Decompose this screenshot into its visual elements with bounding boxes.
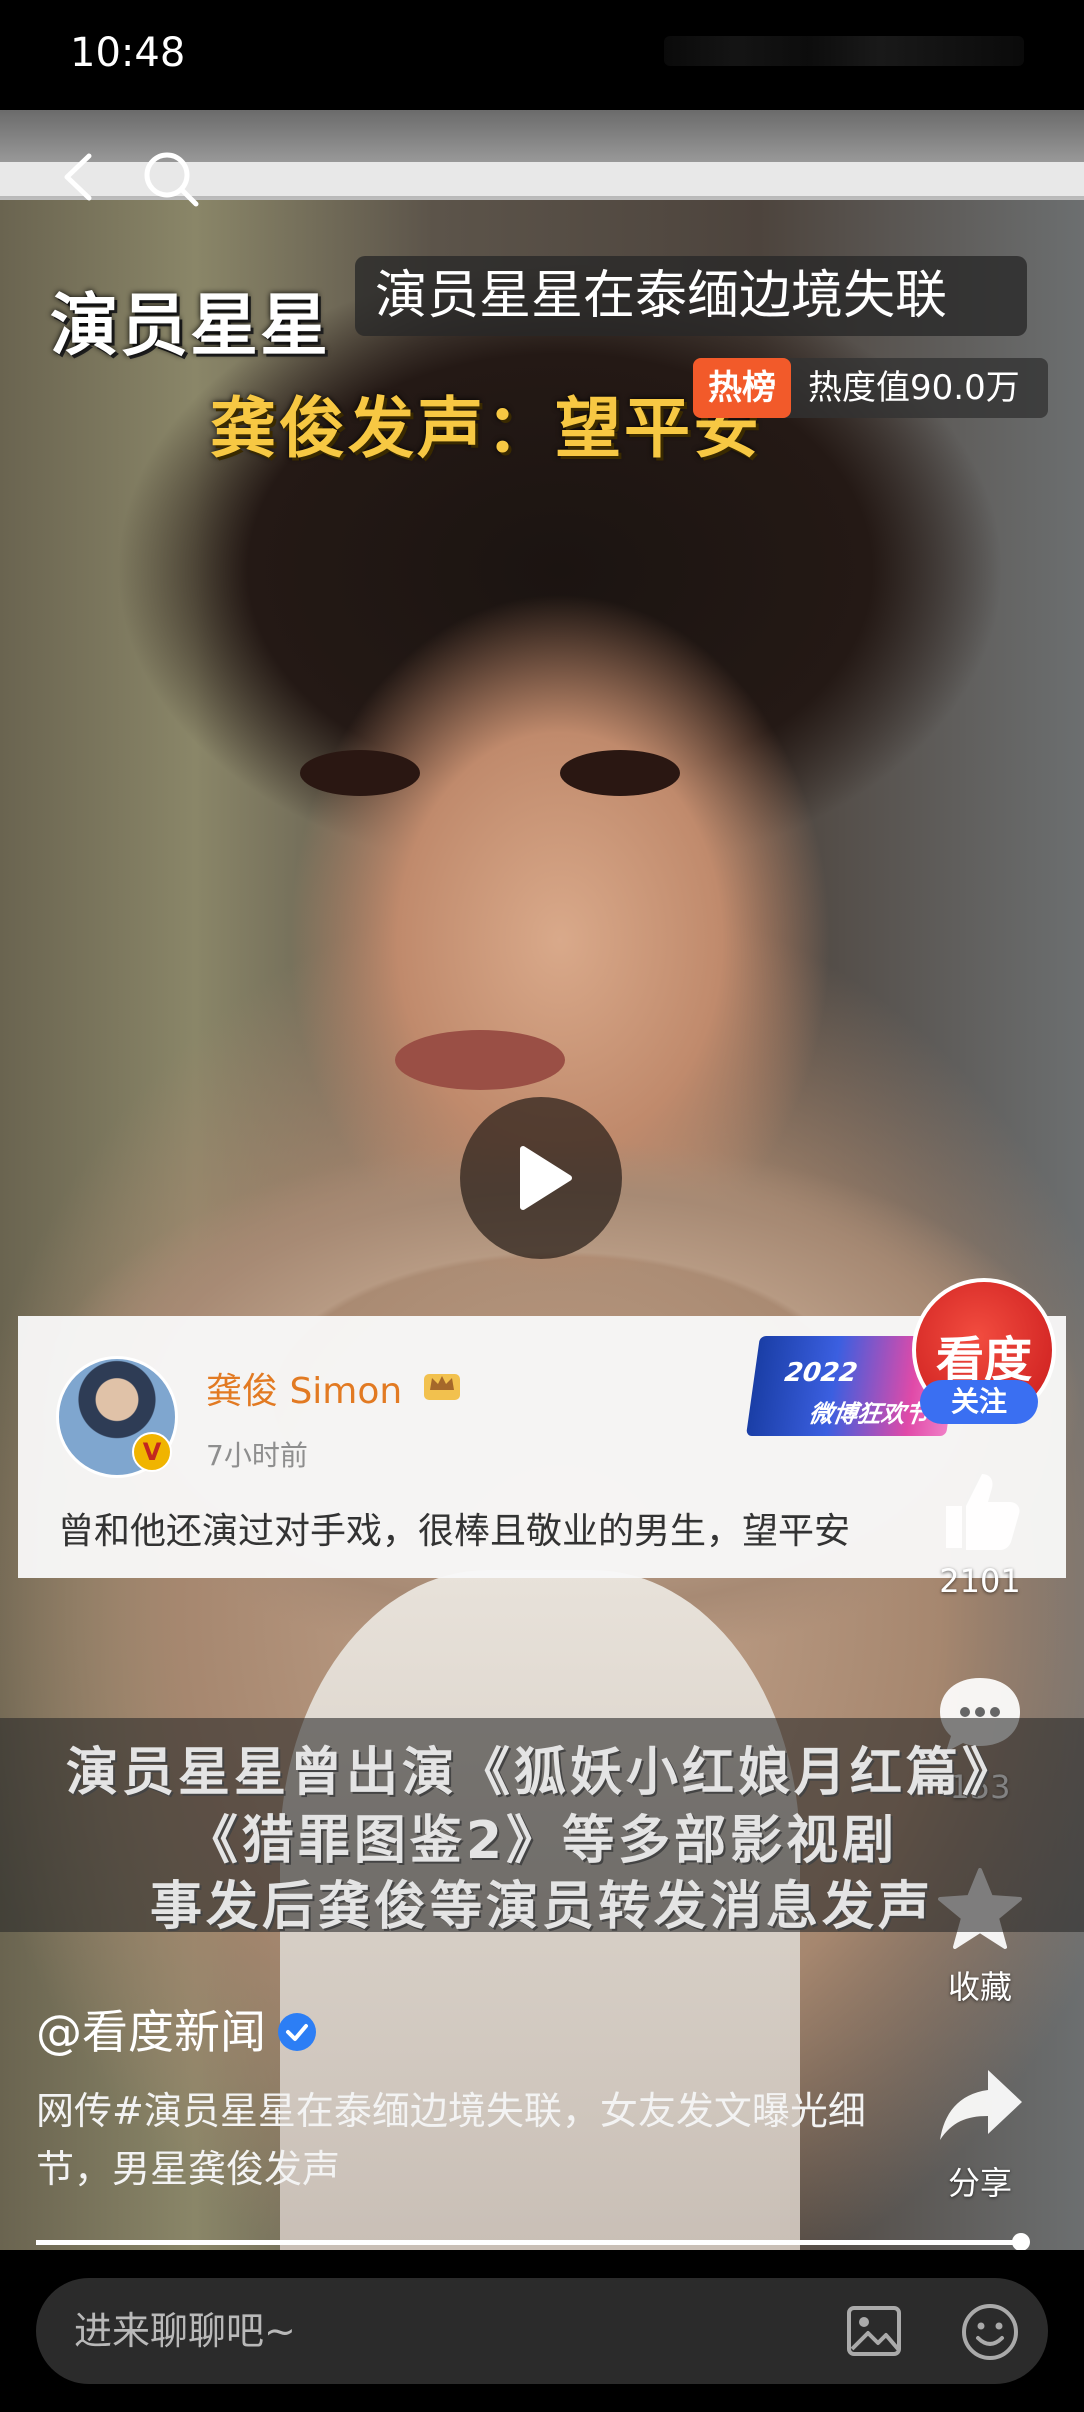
comment-input-placeholder: 进来聊聊吧~ — [74, 2309, 296, 2353]
verified-icon — [278, 2012, 316, 2051]
video-progress-bar[interactable] — [36, 2233, 1031, 2251]
post-description[interactable]: 网传#演员星星在泰缅边境失联，女友发文曝光细节，男星龚俊发声 — [36, 2082, 896, 2198]
image-icon[interactable] — [846, 2305, 902, 2357]
video-progress-fill — [36, 2240, 1022, 2245]
weibo-time: 7小时前 — [206, 1439, 308, 1472]
weibo-text: 曾和他还演过对手戏，很棒且敬业的男生，望平安 — [58, 1511, 851, 1552]
weibo-card[interactable]: V 龚俊 Simon 7小时前 曾和他还演过对手戏，很棒且敬业的男生，望平安 2… — [18, 1316, 1066, 1578]
video-face — [270, 730, 830, 850]
author-name[interactable]: @看度新闻 — [36, 2005, 266, 2059]
subtitle-band: 演员星星曾出演《狐妖小红娘月红篇》 《猎罪图鉴2》等多部影视剧 事发后龚俊等演员… — [0, 1718, 1084, 1937]
post-author[interactable]: @看度新闻 — [36, 1996, 316, 2062]
emoji-icon[interactable] — [960, 2302, 1020, 2362]
search-icon[interactable] — [140, 148, 202, 210]
status-indicators — [664, 36, 1024, 66]
hot-topic-title[interactable]: 演员星星在泰缅边境失联 — [355, 256, 1027, 336]
weibo-user-name[interactable]: 龚俊 Simon — [206, 1362, 402, 1414]
subtitle-line: 演员星星曾出演《狐妖小红娘月红篇》 — [65, 1743, 1018, 1803]
status-time: 10:48 — [70, 30, 186, 76]
status-bar: 10:48 — [0, 0, 1084, 110]
hot-value: 热度值90.0万 — [808, 368, 1020, 408]
share-arrow-icon — [940, 2070, 1022, 2140]
video-headline-2: 龚俊发声：望平安 — [210, 390, 762, 467]
thumbs-up-icon — [946, 1474, 1020, 1550]
hot-rank-badge: 热榜 — [693, 358, 791, 418]
event-badge-title: 微博狂欢节 — [807, 1400, 932, 1428]
like-count: 2101 — [939, 1562, 1021, 1600]
event-badge-year: 2022 — [782, 1358, 860, 1388]
top-nav — [0, 140, 1084, 220]
video-face-mouth — [395, 1030, 565, 1090]
like-button[interactable]: 2101 — [920, 1462, 1040, 1600]
follow-button[interactable]: 关注 — [920, 1380, 1038, 1424]
video-progress-knob[interactable] — [1012, 2233, 1031, 2251]
crown-icon — [424, 1374, 460, 1400]
subtitle-line: 事发后龚俊等演员转发消息发声 — [149, 1877, 934, 1937]
share-button[interactable]: 分享 — [920, 2058, 1040, 2204]
video-headline-1: 演员星星 — [50, 287, 331, 366]
hot-rank-row[interactable]: 热榜 热度值90.0万 — [693, 358, 1048, 418]
favorite-label: 收藏 — [947, 1968, 1012, 2006]
bottom-bar: 进来聊聊吧~ — [0, 2250, 1084, 2412]
play-button[interactable] — [460, 1097, 622, 1259]
play-icon — [520, 1146, 572, 1210]
share-label: 分享 — [947, 2164, 1012, 2202]
subtitle-line: 《猎罪图鉴2》等多部影视剧 — [185, 1811, 899, 1871]
comment-input[interactable]: 进来聊聊吧~ — [36, 2278, 1048, 2384]
back-icon[interactable] — [55, 152, 105, 202]
verified-badge: V — [132, 1432, 172, 1472]
